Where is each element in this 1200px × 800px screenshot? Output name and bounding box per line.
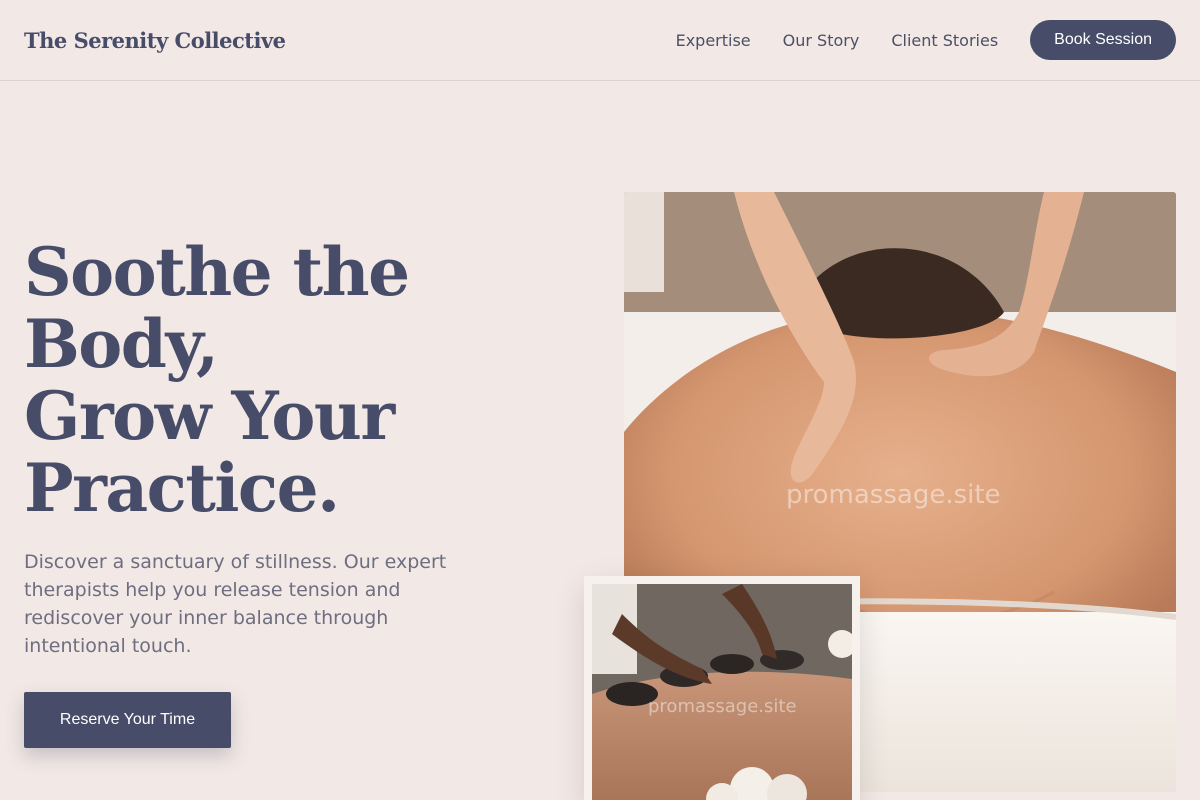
inset-photo-frame: promassage.site	[584, 576, 860, 800]
brand-logo[interactable]: The Serenity Collective	[24, 28, 286, 53]
top-navigation: The Serenity Collective Expertise Our St…	[0, 0, 1200, 81]
main-image-watermark: promassage.site	[786, 480, 1001, 510]
hot-stone-illustration	[592, 584, 852, 800]
hero-title-line: Practice.	[24, 449, 340, 527]
hero-title-line: Grow Your	[24, 377, 395, 455]
nav-link-expertise[interactable]: Expertise	[676, 31, 751, 50]
nav-link-our-story[interactable]: Our Story	[783, 31, 860, 50]
reserve-time-button[interactable]: Reserve Your Time	[24, 692, 231, 748]
nav-links: Expertise Our Story Client Stories Book …	[644, 20, 1176, 60]
nav-link-client-stories[interactable]: Client Stories	[891, 31, 998, 50]
hero-title: Soothe the Body, Grow Your Practice.	[24, 236, 544, 524]
hot-stone-photo: promassage.site	[592, 584, 852, 800]
hero-title-line: Body,	[24, 305, 219, 383]
hero-subtitle: Discover a sanctuary of stillness. Our e…	[24, 551, 447, 657]
hero-title-line: Soothe the	[24, 233, 410, 311]
inset-image-watermark: promassage.site	[648, 696, 797, 717]
book-session-button[interactable]: Book Session	[1030, 20, 1176, 60]
